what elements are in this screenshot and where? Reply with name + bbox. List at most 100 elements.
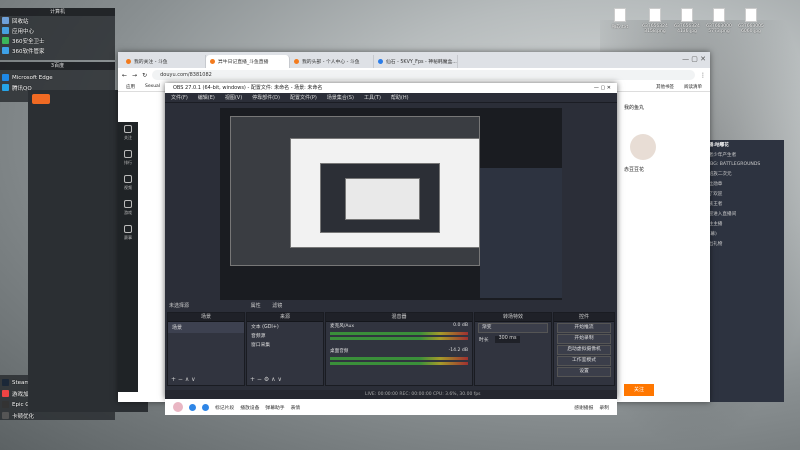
source-item[interactable]: 文本 (GDI+) xyxy=(247,322,323,331)
mic-icon[interactable] xyxy=(189,403,196,411)
window-controls-icon[interactable]: — ▢ ✕ xyxy=(594,83,617,93)
douyu-side-column: 我的鱼丸 赤豆豆花 关注 xyxy=(618,94,710,402)
desktop-icon[interactable]: 360软件管家 xyxy=(2,46,45,55)
douyu-favicon-icon xyxy=(126,59,131,64)
desktop-icon[interactable]: 回收站 xyxy=(2,16,29,25)
scene-item[interactable]: 场景 xyxy=(168,322,244,333)
menu-item[interactable]: 工具(T) xyxy=(364,94,381,101)
properties-button[interactable]: 属性 xyxy=(251,303,261,309)
controls-dock: 控件 开始推流 开始录制 启动虚拟摄像机 工作室模式 设置 xyxy=(553,312,615,386)
document-icon xyxy=(614,8,626,22)
address-bar: ← → ↻ douyu.com/8381082 ⋮ xyxy=(118,68,710,82)
toolbar-item[interactable]: 弹幕助手 xyxy=(265,404,284,411)
group-title: 3百度 xyxy=(0,62,115,70)
browser-tab[interactable]: 我的关注 - 斗鱼 xyxy=(122,55,206,68)
douyu-sidebar: 关注 排行 视频 游戏 赛事 xyxy=(118,122,138,392)
menu-item[interactable]: 场景集合(S) xyxy=(327,94,354,101)
start-streaming-button[interactable]: 开始推流 xyxy=(557,323,611,333)
sidebar-item[interactable]: 排行 xyxy=(118,147,138,172)
sidebar-item[interactable]: 关注 xyxy=(118,122,138,147)
speaker-icon[interactable] xyxy=(202,403,209,411)
bookmark-item[interactable]: 应用 xyxy=(126,84,135,90)
rank-icon xyxy=(124,150,132,158)
chat-line: 贵族王者 xyxy=(704,202,723,207)
volume-meter xyxy=(330,332,468,335)
reload-icon[interactable]: ↻ xyxy=(142,72,147,79)
window-controls-icon[interactable]: — ▢ ✕ xyxy=(682,55,706,63)
sources-dock: 来源 文本 (GDI+) 音频源 窗口采集 + − ⚙ ∧ ∨ xyxy=(246,312,324,386)
douyu-logo-icon xyxy=(32,94,50,104)
file-icon[interactable]: 637663000 5773.png xyxy=(704,8,734,34)
menu-item[interactable]: 文件(F) xyxy=(171,94,188,101)
streamer-name: 赤豆豆花 xyxy=(624,167,645,173)
file-icon[interactable]: 637656324 4136.jpg xyxy=(672,8,702,34)
obs-preview[interactable] xyxy=(220,108,562,300)
favicon-icon xyxy=(378,59,383,64)
menu-icon[interactable]: ⋮ xyxy=(700,72,706,79)
filters-button[interactable]: 滤镜 xyxy=(272,303,282,309)
scene-buttons-icon[interactable]: + − ∧ ∨ xyxy=(171,376,196,383)
source-item[interactable]: 窗口采集 xyxy=(247,340,323,349)
settings-button[interactable]: 设置 xyxy=(557,367,611,377)
chat-line: 送出礼物 xyxy=(704,242,723,247)
transition-select[interactable]: 渐变 xyxy=(478,323,548,333)
studio-mode-button[interactable]: 工作室模式 xyxy=(557,356,611,366)
desktop-icon[interactable]: 360安全卫士 xyxy=(2,36,45,45)
douyu-favicon-icon xyxy=(210,59,215,64)
desktop-icon[interactable]: 卡顿优化 xyxy=(2,411,34,420)
follow-button[interactable]: 关注 xyxy=(624,384,654,396)
douyu-favicon-icon xyxy=(294,59,299,64)
sidebar-item[interactable]: 游戏 xyxy=(118,197,138,222)
toolbar-item[interactable]: 感谢播报 xyxy=(574,404,593,411)
chat-line: PUBG: BATTLEGROUNDS xyxy=(704,162,761,167)
video-icon xyxy=(124,175,132,183)
duration-input[interactable]: 300 ms xyxy=(494,336,521,343)
toolbar-item[interactable]: 播放设备 xyxy=(240,404,259,411)
desktop-icon[interactable]: Microsoft Edge xyxy=(2,73,53,82)
file-icon[interactable]: 637663005 6060.jpg xyxy=(736,8,766,34)
image-file-icon xyxy=(745,8,757,22)
recycle-icon xyxy=(2,17,9,24)
file-icon[interactable]: 微软.txt xyxy=(605,8,635,30)
bookmark-item[interactable]: Sexual xyxy=(145,84,160,89)
obs-titlebar: OBS 27.0.1 (64-bit, windows) - 配置文件: 未命名… xyxy=(165,83,617,93)
scenes-dock: 场景 场景 + − ∧ ∨ xyxy=(167,312,245,386)
toolbar-item[interactable]: 录制 xyxy=(599,404,609,411)
desktop-icon[interactable]: 应用中心 xyxy=(2,26,34,35)
source-buttons-icon[interactable]: + − ⚙ ∧ ∨ xyxy=(250,376,282,383)
volume-slider[interactable] xyxy=(330,337,468,340)
chat-line: 来了欢迎 xyxy=(704,192,723,197)
menu-item[interactable]: 停靠部件(D) xyxy=(252,94,280,101)
start-recording-button[interactable]: 开始录制 xyxy=(557,334,611,344)
back-icon[interactable]: ← xyxy=(122,72,127,79)
browser-tab-active[interactable]: 异牛日记直播_斗鱼直播 xyxy=(206,55,290,68)
menu-item[interactable]: 视图(V) xyxy=(225,94,242,101)
browser-tab[interactable]: 仙石 - 5KVY_Fps - 神秘韩魔盒... xyxy=(374,55,458,68)
file-icon[interactable]: 637656324 3158.png xyxy=(640,8,670,34)
chat-line: 欢迎进入直播间 xyxy=(704,212,737,217)
browser-tab[interactable]: 我的头部 - 个人中心 - 斗鱼 xyxy=(290,55,374,68)
toolbar-item[interactable]: 标记片段 xyxy=(215,404,234,411)
app-icon xyxy=(2,27,9,34)
source-item[interactable]: 音频源 xyxy=(247,331,323,340)
toolbar-item[interactable]: 表情 xyxy=(291,404,301,411)
image-file-icon xyxy=(649,8,661,22)
image-file-icon xyxy=(713,8,725,22)
sidebar-item[interactable]: 赛事 xyxy=(118,222,138,247)
forward-icon[interactable]: → xyxy=(132,72,137,79)
mixer-channel: 桌面音频 -14.2 dB xyxy=(330,348,468,354)
volume-slider[interactable] xyxy=(330,362,468,365)
bookmark-item[interactable]: 阅读清单 xyxy=(684,84,702,90)
bookmark-item[interactable]: 其他书签 xyxy=(656,84,674,90)
sidebar-item[interactable]: 视频 xyxy=(118,172,138,197)
desktop-icon[interactable]: Steam xyxy=(2,378,30,387)
volume-meter xyxy=(330,357,468,360)
edge-icon xyxy=(2,74,9,81)
virtual-camera-button[interactable]: 启动虚拟摄像机 xyxy=(557,345,611,355)
url-input[interactable]: douyu.com/8381082 xyxy=(152,70,695,80)
menu-item[interactable]: 帮助(H) xyxy=(391,94,409,101)
menu-item[interactable]: 编辑(E) xyxy=(198,94,215,101)
chat-panel: 主播:咕嘟花 王者少年产生者 PUBG: BATTLEGROUNDS 上班族二次… xyxy=(700,140,784,402)
software-icon xyxy=(2,47,9,54)
menu-item[interactable]: 配置文件(P) xyxy=(290,94,317,101)
